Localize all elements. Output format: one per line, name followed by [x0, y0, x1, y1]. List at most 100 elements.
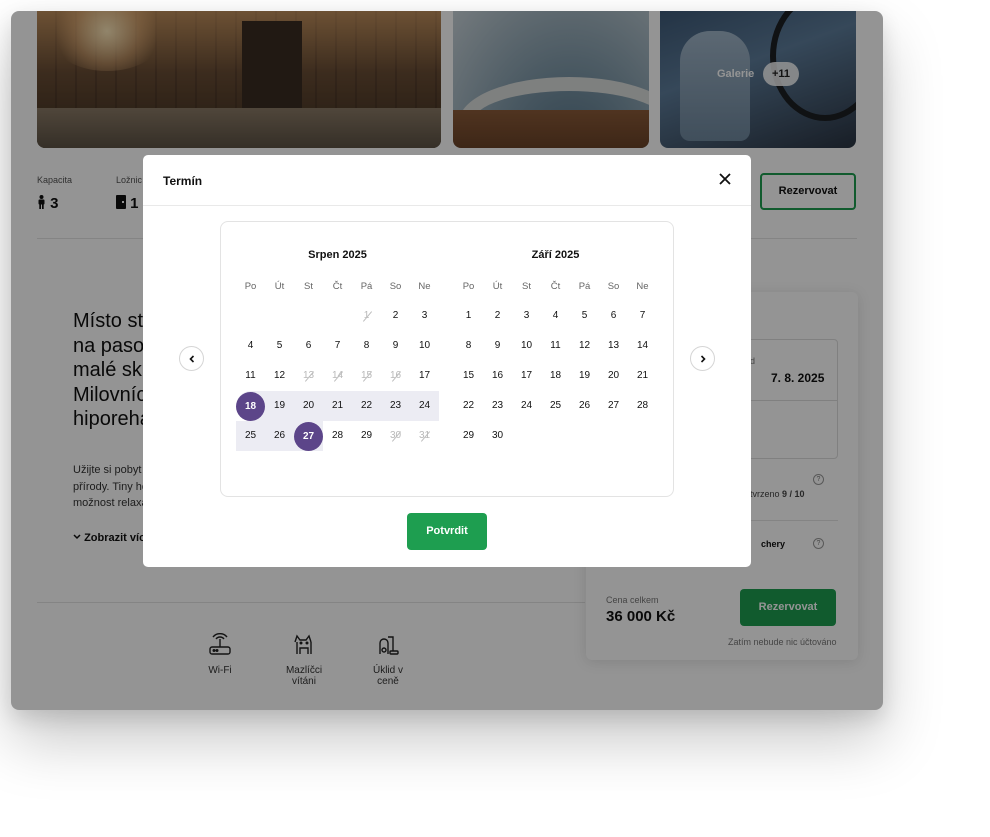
day-cell[interactable]: 29 — [454, 421, 483, 451]
day-number: 6 — [610, 310, 617, 321]
day-cell[interactable]: 10 — [410, 331, 439, 361]
month-title: Srpen 2025 — [308, 249, 367, 261]
day-number: 5 — [276, 340, 283, 351]
chevron-left-icon — [189, 355, 195, 363]
close-icon[interactable] — [716, 170, 734, 188]
day-cell[interactable]: 3 — [512, 301, 541, 331]
day-cell[interactable]: 27 — [599, 391, 628, 421]
day-cell[interactable]: 10 — [512, 331, 541, 361]
day-cell[interactable]: 9 — [483, 331, 512, 361]
day-cell[interactable]: 23 — [483, 391, 512, 421]
weekday-label: Po — [244, 281, 257, 292]
day-cell-disabled: 31 — [410, 421, 439, 451]
day-cell[interactable]: 5 — [265, 331, 294, 361]
weekday-label: Ne — [636, 281, 649, 292]
day-number: 4 — [247, 340, 254, 351]
day-number: 18 — [549, 370, 562, 381]
day-number: 17 — [418, 370, 431, 381]
day-cell[interactable]: 4 — [541, 301, 570, 331]
day-cell[interactable]: 11 — [541, 331, 570, 361]
day-cell[interactable]: 9 — [381, 331, 410, 361]
day-cell-selected[interactable]: 27 — [294, 421, 323, 451]
day-cell[interactable]: 14 — [628, 331, 657, 361]
day-number: 29 — [462, 430, 475, 441]
day-cell[interactable]: 20 — [294, 391, 323, 421]
day-cell[interactable]: 21 — [628, 361, 657, 391]
day-number: 28 — [331, 430, 344, 441]
day-cell[interactable]: 11 — [236, 361, 265, 391]
day-number: 10 — [520, 340, 533, 351]
day-number: 5 — [581, 310, 588, 321]
day-cell[interactable]: 28 — [323, 421, 352, 451]
day-number: 19 — [273, 400, 286, 411]
day-cell-disabled: 1 — [352, 301, 381, 331]
day-cell[interactable]: 18 — [541, 361, 570, 391]
day-cell[interactable]: 16 — [483, 361, 512, 391]
day-number: 12 — [273, 370, 286, 381]
day-number: 26 — [273, 430, 286, 441]
day-cell[interactable]: 24 — [512, 391, 541, 421]
day-cell[interactable]: 2 — [381, 301, 410, 331]
next-month-button[interactable] — [690, 346, 715, 371]
day-cell[interactable]: 26 — [570, 391, 599, 421]
day-cell[interactable]: 7 — [323, 331, 352, 361]
weekday-label: Čt — [332, 281, 343, 292]
weekday-label: Čt — [550, 281, 561, 292]
day-cell[interactable]: 17 — [512, 361, 541, 391]
weekday-label: Út — [274, 281, 285, 292]
day-cell[interactable]: 12 — [570, 331, 599, 361]
weekday-label: St — [304, 281, 313, 292]
day-cell[interactable]: 12 — [265, 361, 294, 391]
day-cell[interactable]: 17 — [410, 361, 439, 391]
day-number: 11 — [245, 370, 256, 381]
day-cell[interactable]: 30 — [483, 421, 512, 451]
day-cell[interactable]: 1 — [454, 301, 483, 331]
day-cell[interactable]: 29 — [352, 421, 381, 451]
day-cell[interactable]: 13 — [599, 331, 628, 361]
day-cell[interactable]: 6 — [294, 331, 323, 361]
day-cell[interactable]: 8 — [454, 331, 483, 361]
day-cell[interactable]: 22 — [454, 391, 483, 421]
day-cell[interactable]: 4 — [236, 331, 265, 361]
day-cell[interactable]: 2 — [483, 301, 512, 331]
day-cell[interactable]: 24 — [410, 391, 439, 421]
day-cell-selected[interactable]: 18 — [236, 391, 265, 421]
day-number: 4 — [552, 310, 559, 321]
day-number: 18 — [236, 392, 265, 421]
weekday-label: So — [607, 281, 620, 292]
day-cell[interactable]: 21 — [323, 391, 352, 421]
day-cell[interactable]: 8 — [352, 331, 381, 361]
confirm-button[interactable]: Potvrdit — [407, 513, 487, 550]
day-number: 24 — [418, 400, 431, 411]
day-number: 28 — [636, 400, 649, 411]
day-number: 25 — [549, 400, 562, 411]
month-title: Září 2025 — [531, 249, 580, 261]
day-number: 2 — [392, 310, 399, 321]
day-cell[interactable]: 5 — [570, 301, 599, 331]
day-cell[interactable]: 28 — [628, 391, 657, 421]
day-cell[interactable]: 20 — [599, 361, 628, 391]
day-number: 17 — [520, 370, 533, 381]
day-number: 24 — [520, 400, 533, 411]
prev-month-button[interactable] — [179, 346, 204, 371]
date-picker-modal: Termín Srpen 2025 PoÚtStČtPáSoNe12345678… — [143, 155, 751, 567]
day-cell[interactable]: 26 — [265, 421, 294, 451]
day-cell[interactable]: 6 — [599, 301, 628, 331]
day-number: 19 — [578, 370, 591, 381]
day-cell[interactable]: 25 — [236, 421, 265, 451]
day-cell-disabled: 15 — [352, 361, 381, 391]
day-number: 22 — [462, 400, 475, 411]
day-cell[interactable]: 25 — [541, 391, 570, 421]
day-cell[interactable]: 3 — [410, 301, 439, 331]
day-number: 29 — [360, 430, 373, 441]
day-cell[interactable]: 23 — [381, 391, 410, 421]
day-number: 20 — [607, 370, 620, 381]
day-number: 3 — [523, 310, 530, 321]
day-cell[interactable]: 22 — [352, 391, 381, 421]
day-cell[interactable]: 19 — [570, 361, 599, 391]
day-cell[interactable]: 15 — [454, 361, 483, 391]
day-cell[interactable]: 19 — [265, 391, 294, 421]
weekday-label: St — [522, 281, 531, 292]
day-number: 14 — [636, 340, 649, 351]
day-cell[interactable]: 7 — [628, 301, 657, 331]
